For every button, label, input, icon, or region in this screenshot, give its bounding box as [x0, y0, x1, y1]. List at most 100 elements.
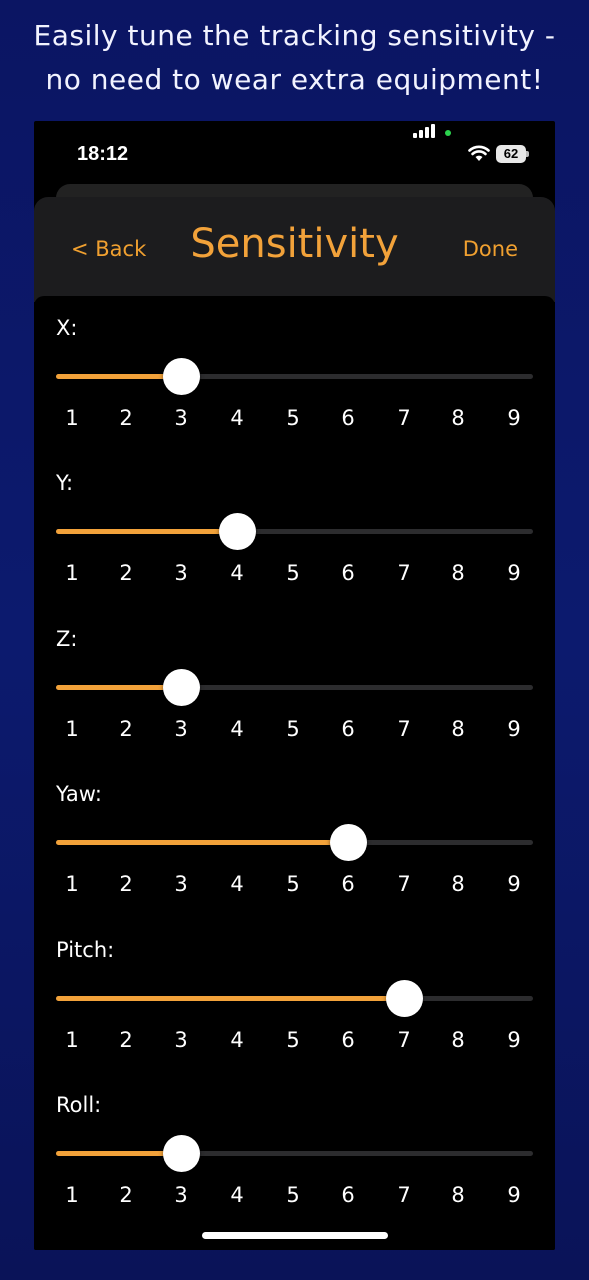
tick-label: 5 [286, 1183, 300, 1207]
slider-track-roll[interactable] [56, 1135, 533, 1172]
tick-label: 4 [230, 561, 244, 586]
tick-label: 1 [65, 561, 79, 586]
slider-track-y[interactable] [56, 513, 533, 551]
slider-label-pitch: Pitch: [56, 937, 115, 962]
tick-label: 6 [341, 716, 355, 741]
tick-label: 1 [65, 1027, 79, 1052]
navigation-bar: < Back Sensitivity Done [34, 197, 555, 302]
slider-thumb-x[interactable] [163, 358, 200, 395]
caption-line-1: Easily tune the tracking sensitivity - [33, 19, 556, 52]
slider-row-yaw: Yaw: 1 2 3 4 5 6 7 8 9 [34, 762, 555, 917]
slider-thumb-pitch[interactable] [386, 979, 423, 1017]
battery-icon: 62 [496, 145, 530, 163]
tick-label: 6 [341, 872, 355, 897]
slider-track-z[interactable] [56, 668, 533, 706]
tick-label: 7 [397, 1027, 411, 1052]
tick-label: 6 [341, 561, 355, 586]
tick-label: 3 [174, 1183, 188, 1207]
status-time: 18:12 [77, 143, 129, 165]
slider-label-y: Y: [56, 471, 74, 496]
done-button[interactable]: Done [463, 237, 518, 261]
slider-thumb-y[interactable] [219, 513, 256, 551]
tick-label: 9 [507, 561, 521, 586]
phone-screen: 18:12 62 < Back Sensitivity Done X: 1 2 3 4 5… [34, 121, 555, 1250]
tick-label: 9 [507, 1183, 521, 1207]
slider-thumb-z[interactable] [163, 668, 200, 706]
tick-label: 1 [65, 1183, 79, 1207]
slider-label-x: X: [56, 316, 78, 340]
tick-label: 7 [397, 406, 411, 430]
tick-label: 6 [341, 1027, 355, 1052]
tick-label: 6 [341, 406, 355, 430]
slider-fill-pitch [56, 995, 404, 1001]
tick-label: 8 [451, 406, 465, 430]
slider-row-y: Y: 1 2 3 4 5 6 7 8 9 [34, 451, 555, 606]
tick-label: 4 [230, 872, 244, 897]
tick-label: 1 [65, 406, 79, 430]
tick-label: 5 [286, 872, 300, 897]
tick-label: 7 [397, 561, 411, 586]
tick-label: 7 [397, 716, 411, 741]
tick-labels-yaw: 1 2 3 4 5 6 7 8 9 [34, 872, 555, 898]
signal-icon [413, 124, 437, 138]
tick-label: 8 [451, 1183, 465, 1207]
home-indicator[interactable] [202, 1232, 388, 1239]
slider-fill-y [56, 529, 237, 535]
caption-line-2: no need to wear extra equipment! [45, 63, 544, 96]
tick-label: 8 [451, 1027, 465, 1052]
tick-label: 9 [507, 406, 521, 430]
tick-label: 3 [174, 406, 188, 430]
caption: Easily tune the tracking sensitivity - n… [0, 14, 589, 102]
tick-label: 8 [451, 561, 465, 586]
tick-label: 5 [286, 1027, 300, 1052]
slider-thumb-yaw[interactable] [330, 824, 367, 862]
tick-label: 4 [230, 1027, 244, 1052]
tick-labels-roll: 1 2 3 4 5 6 7 8 9 [34, 1183, 555, 1209]
tick-label: 3 [174, 716, 188, 741]
tick-label: 9 [507, 1027, 521, 1052]
tick-label: 5 [286, 561, 300, 586]
battery-level: 62 [496, 145, 526, 163]
tick-label: 9 [507, 716, 521, 741]
tick-label: 1 [65, 716, 79, 741]
tick-labels-pitch: 1 2 3 4 5 6 7 8 9 [34, 1028, 555, 1054]
tick-labels-y: 1 2 3 4 5 6 7 8 9 [34, 561, 555, 587]
tick-label: 8 [451, 716, 465, 741]
slider-label-yaw: Yaw: [56, 782, 102, 807]
sensitivity-list: X: 1 2 3 4 5 6 7 8 9 Y: 1 2 3 4 5 6 7 8 9 Z: 1 2 3 4 5 6 7 8 9 Yaw: 1 2 3… [34, 296, 555, 1250]
tick-label: 4 [230, 1183, 244, 1207]
tick-label: 2 [119, 716, 133, 741]
slider-thumb-roll[interactable] [163, 1135, 200, 1172]
tick-label: 3 [174, 872, 188, 897]
tick-label: 5 [286, 716, 300, 741]
tick-label: 4 [230, 406, 244, 430]
tick-label: 4 [230, 716, 244, 741]
slider-row-roll: Roll: 1 2 3 4 5 6 7 8 9 [34, 1073, 555, 1228]
slider-row-pitch: Pitch: 1 2 3 4 5 6 7 8 9 [34, 918, 555, 1073]
tick-label: 9 [507, 872, 521, 897]
tick-label: 2 [119, 872, 133, 897]
tick-label: 7 [397, 872, 411, 897]
tick-label: 2 [119, 406, 133, 430]
tick-label: 1 [65, 872, 79, 897]
slider-label-roll: Roll: [56, 1093, 102, 1117]
slider-row-x: X: 1 2 3 4 5 6 7 8 9 [34, 296, 555, 451]
tick-label: 8 [451, 872, 465, 897]
slider-track-x[interactable] [56, 358, 533, 395]
tick-labels-x: 1 2 3 4 5 6 7 8 9 [34, 406, 555, 432]
slider-track-pitch[interactable] [56, 979, 533, 1017]
tick-label: 7 [397, 1183, 411, 1207]
slider-track-yaw[interactable] [56, 824, 533, 862]
tick-label: 2 [119, 561, 133, 586]
tick-label: 2 [119, 1027, 133, 1052]
wifi-icon [468, 145, 490, 161]
camera-indicator-icon [445, 130, 451, 136]
tick-label: 6 [341, 1183, 355, 1207]
tick-label: 5 [286, 406, 300, 430]
tick-label: 3 [174, 561, 188, 586]
tick-label: 3 [174, 1027, 188, 1052]
tick-labels-z: 1 2 3 4 5 6 7 8 9 [34, 717, 555, 743]
tick-label: 2 [119, 1183, 133, 1207]
slider-row-z: Z: 1 2 3 4 5 6 7 8 9 [34, 607, 555, 762]
slider-fill-yaw [56, 840, 348, 846]
